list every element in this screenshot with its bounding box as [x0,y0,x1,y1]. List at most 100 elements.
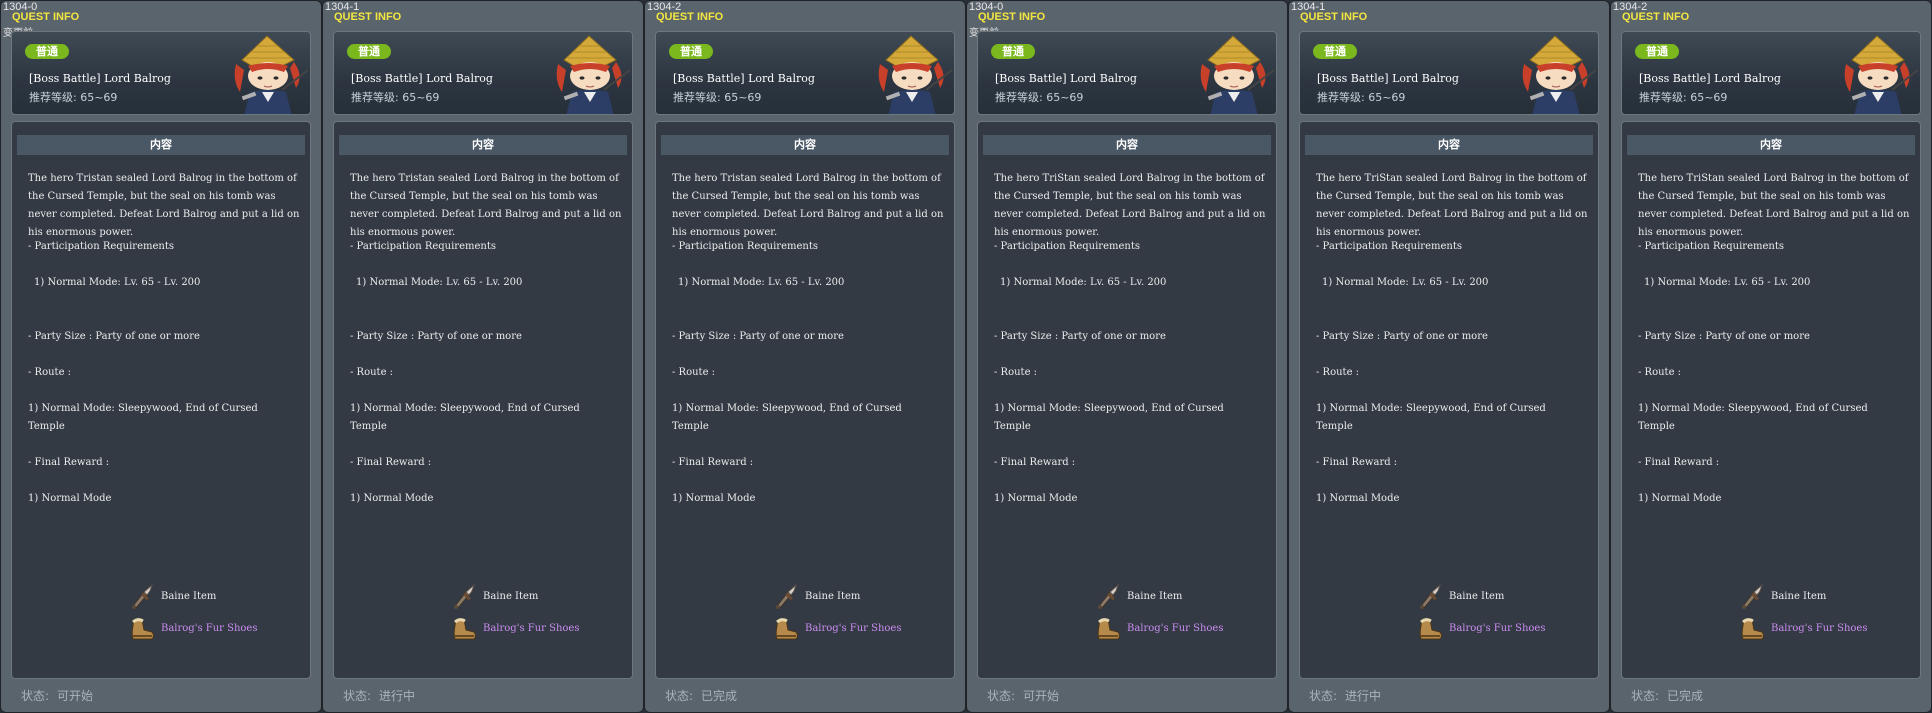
difficulty-badge: 普通 [347,44,391,59]
difficulty-badge: 普通 [991,44,1035,59]
content-section-title: 内容 [17,135,305,155]
route-heading: - Route : [1316,367,1360,378]
quest-header: 普通 [Boss Battle] Lord Balrog 推荐等级: 65~69 [655,31,955,115]
quest-content: 内容 The hero Tristan sealed Lord Balrog i… [333,121,633,679]
reward-label: Baine Item [161,591,217,602]
npc-portrait-icon [556,35,631,114]
level-range: 65~69 [402,91,440,104]
final-reward-heading: - Final Reward : [1638,457,1720,468]
route-detail-line-2: Temple [350,421,387,432]
party-size: - Party Size : Party of one or more [350,331,522,342]
npc-portrait-icon [1200,35,1275,114]
fur-shoes-icon [453,618,476,640]
party-size: - Party Size : Party of one or more [28,331,200,342]
quest-description: The hero TriStan sealed Lord Balrog in t… [1316,173,1591,238]
participation-heading: - Participation Requirements [1638,241,1784,252]
party-size: - Party Size : Party of one or more [1638,331,1810,342]
quest-status: 状态: 进行中 [1309,687,1389,704]
fur-shoes-icon [1419,618,1442,640]
quest-info-panels: 1304-0 QUEST INFO 变更前 普通 [Boss Battle] L… [0,0,1932,713]
reward-label: Baine Item [483,591,539,602]
route-detail-line-2: Temple [1638,421,1675,432]
participation-heading: - Participation Requirements [672,241,818,252]
route-detail-line-2: Temple [28,421,65,432]
panel-title: QUEST INFO [656,11,724,23]
level-label: 推荐等级: [995,91,1043,104]
panel-title: QUEST INFO [1622,11,1690,23]
dagger-icon [454,583,476,609]
status-label: 状态: [1309,689,1338,703]
route-detail-line-1: 1) Normal Mode: Sleepywood, End of Curse… [1638,403,1868,414]
status-value: 进行中 [379,689,416,703]
difficulty-badge: 普通 [25,44,69,59]
quest-name: [Boss Battle] Lord Balrog [1317,72,1459,85]
quest-header: 普通 [Boss Battle] Lord Balrog 推荐等级: 65~69 [333,31,633,115]
status-label: 状态: [665,689,694,703]
reward-label: Balrog's Fur Shoes [805,623,902,634]
recommended-level: 推荐等级: 65~69 [351,89,439,105]
quest-name: [Boss Battle] Lord Balrog [673,72,815,85]
quest-name: [Boss Battle] Lord Balrog [1639,72,1781,85]
quest-content: 内容 The hero Tristan sealed Lord Balrog i… [655,121,955,679]
dagger-icon [1742,583,1764,609]
dagger-icon [132,583,154,609]
reward-label: Balrog's Fur Shoes [1127,623,1224,634]
quest-status: 状态: 已完成 [1631,687,1711,704]
fur-shoes-icon [1741,618,1764,640]
participation-heading: - Participation Requirements [28,241,174,252]
route-detail-line-1: 1) Normal Mode: Sleepywood, End of Curse… [1316,403,1546,414]
quest-content: 内容 The hero TriStan sealed Lord Balrog i… [1621,121,1921,679]
quest-name: [Boss Battle] Lord Balrog [995,72,1137,85]
quest-description: The hero Tristan sealed Lord Balrog in t… [350,173,625,238]
reward-mode: 1) Normal Mode [28,493,112,504]
quest-info-panel: 1304-1 QUEST INFO 普通 [Boss Battle] Lord … [1288,0,1610,713]
reward-label: Balrog's Fur Shoes [1771,623,1868,634]
level-range: 65~69 [1368,91,1406,104]
participation-heading: - Participation Requirements [350,241,496,252]
level-range: 65~69 [1690,91,1728,104]
quest-content: 内容 The hero TriStan sealed Lord Balrog i… [1299,121,1599,679]
normal-mode-level: 1) Normal Mode: Lv. 65 - Lv. 200 [678,277,845,288]
final-reward-heading: - Final Reward : [350,457,432,468]
fur-shoes-icon [1097,618,1120,640]
route-heading: - Route : [1638,367,1682,378]
party-size: - Party Size : Party of one or more [672,331,844,342]
final-reward-heading: - Final Reward : [1316,457,1398,468]
content-section-title: 内容 [1305,135,1593,155]
level-range: 65~69 [724,91,762,104]
quest-description: The hero Tristan sealed Lord Balrog in t… [672,173,947,238]
fur-shoes-icon [775,618,798,640]
reward-mode: 1) Normal Mode [672,493,756,504]
route-detail-line-2: Temple [994,421,1031,432]
quest-info-panel: 1304-2 QUEST INFO 普通 [Boss Battle] Lord … [644,0,966,713]
recommended-level: 推荐等级: 65~69 [673,89,761,105]
recommended-level: 推荐等级: 65~69 [1317,89,1405,105]
level-label: 推荐等级: [1639,91,1687,104]
reward-mode: 1) Normal Mode [350,493,434,504]
party-size: - Party Size : Party of one or more [994,331,1166,342]
panel-title: QUEST INFO [12,11,80,23]
difficulty-badge: 普通 [669,44,713,59]
reward-label: Baine Item [1449,591,1505,602]
npc-portrait-icon [1522,35,1597,114]
quest-header: 普通 [Boss Battle] Lord Balrog 推荐等级: 65~69 [977,31,1277,115]
quest-name: [Boss Battle] Lord Balrog [351,72,493,85]
route-detail-line-1: 1) Normal Mode: Sleepywood, End of Curse… [672,403,902,414]
route-heading: - Route : [672,367,716,378]
quest-content: 内容 The hero Tristan sealed Lord Balrog i… [11,121,311,679]
level-label: 推荐等级: [1317,91,1365,104]
normal-mode-level: 1) Normal Mode: Lv. 65 - Lv. 200 [1644,277,1811,288]
dagger-icon [1098,583,1120,609]
reward-label: Baine Item [1771,591,1827,602]
quest-status: 状态: 可开始 [21,687,101,704]
dagger-icon [776,583,798,609]
route-detail-line-2: Temple [1316,421,1353,432]
route-detail-line-1: 1) Normal Mode: Sleepywood, End of Curse… [350,403,580,414]
recommended-level: 推荐等级: 65~69 [995,89,1083,105]
normal-mode-level: 1) Normal Mode: Lv. 65 - Lv. 200 [34,277,201,288]
status-value: 进行中 [1345,689,1382,703]
quest-header: 普通 [Boss Battle] Lord Balrog 推荐等级: 65~69 [1299,31,1599,115]
difficulty-badge: 普通 [1313,44,1357,59]
quest-status: 状态: 已完成 [665,687,745,704]
fur-shoes-icon [131,618,154,640]
